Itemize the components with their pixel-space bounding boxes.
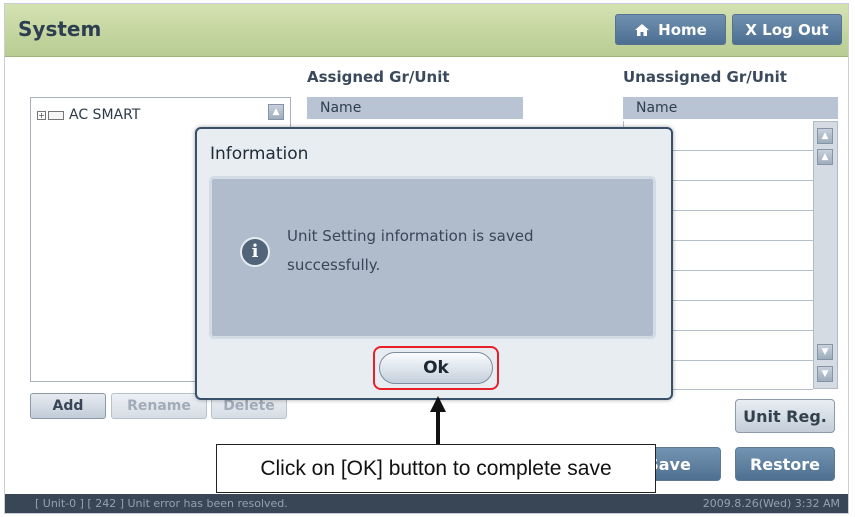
callout-box: Click on [OK] button to complete save (216, 444, 656, 493)
scroll-up-icon[interactable]: ▲ (817, 149, 833, 165)
unassigned-name-column: Name (623, 97, 838, 119)
dialog-message: Unit Setting information is saved succes… (287, 227, 534, 274)
page-title: System (18, 17, 102, 41)
system-window: System Home X Log Out + AC SMART ▲ Assig… (4, 3, 849, 514)
unit-reg-button[interactable]: Unit Reg. (735, 399, 835, 433)
ok-button[interactable]: Ok (379, 352, 493, 384)
assigned-heading: Assigned Gr/Unit (307, 68, 450, 86)
expand-icon[interactable]: + (37, 110, 46, 120)
status-datetime: 2009.8.26(Wed) 3:32 AM (702, 497, 840, 510)
tree-node-label: AC SMART (69, 107, 141, 123)
assigned-name-column: Name (307, 97, 523, 119)
dialog-body: i Unit Setting information is saved succ… (209, 176, 656, 339)
home-button[interactable]: Home (615, 14, 726, 45)
information-dialog: Information i Unit Setting information i… (195, 127, 673, 400)
unassigned-heading: Unassigned Gr/Unit (623, 68, 787, 86)
callout-arrow (430, 396, 446, 446)
rename-button[interactable]: Rename (111, 393, 207, 419)
scroll-top-icon[interactable]: ▲ (268, 104, 284, 120)
add-button[interactable]: Add (30, 393, 106, 419)
scroll-bottom-icon[interactable]: ▼ (817, 366, 833, 382)
info-icon: i (240, 237, 270, 267)
dialog-title: Information (210, 144, 309, 164)
status-message: [ Unit-0 ] [ 242 ] Unit error has been r… (35, 497, 288, 510)
logout-button[interactable]: X Log Out (732, 14, 842, 45)
group-folder-icon (48, 110, 64, 120)
unassigned-scrollbar[interactable]: ▲ ▲ ▼ ▼ (813, 121, 838, 389)
scroll-down-icon[interactable]: ▼ (817, 344, 833, 360)
status-bar: [ Unit-0 ] [ 242 ] Unit error has been r… (5, 494, 848, 513)
restore-button[interactable]: Restore (735, 447, 835, 481)
tree-node-ac-smart[interactable]: + AC SMART (37, 107, 140, 123)
header-bar: System Home X Log Out (5, 4, 848, 57)
home-icon (634, 23, 650, 37)
home-button-label: Home (658, 20, 707, 39)
scroll-top-icon[interactable]: ▲ (817, 128, 833, 144)
